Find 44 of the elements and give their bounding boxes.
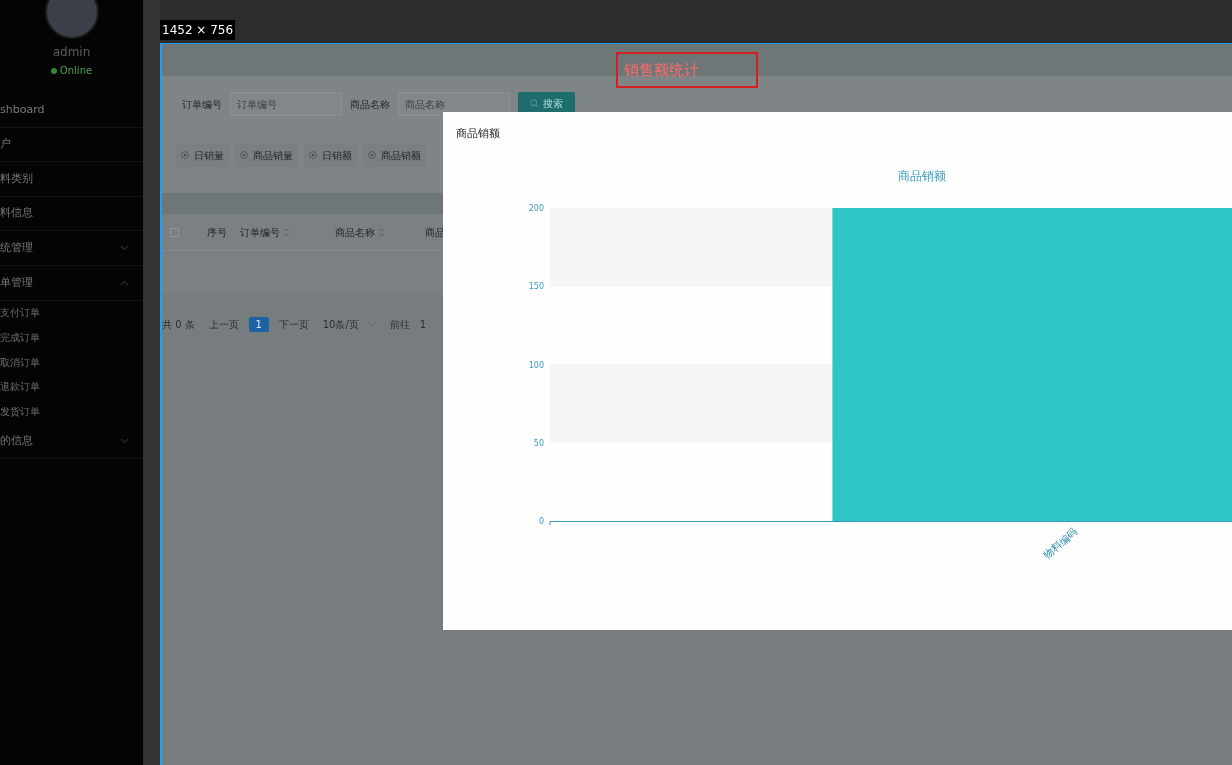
search-icon [530, 98, 539, 108]
axis-tick-label: 0 [538, 517, 544, 526]
column-header[interactable]: 商品名称 [335, 224, 375, 240]
sort-icon[interactable] [284, 227, 289, 237]
radio-option[interactable]: 日销量 [176, 143, 229, 167]
goto-input[interactable]: 1 [419, 316, 427, 332]
radio-option[interactable]: 商品销额 [363, 143, 426, 167]
submenu-item[interactable]: 退款订单 [0, 374, 143, 400]
radio-option[interactable]: 商品销量 [235, 143, 298, 167]
axis-category-label: 物料编码 [1041, 526, 1080, 561]
field-label: 商品名称 [350, 97, 390, 112]
menu-group[interactable]: 的信息 [0, 432, 33, 450]
axis-tick-label: 200 [528, 204, 544, 213]
column-header[interactable]: 订单编号 [240, 224, 280, 240]
sort-icon[interactable] [379, 227, 384, 237]
chart-title: 商品销额 [898, 169, 946, 183]
column-header[interactable]: 序号 [207, 224, 227, 240]
total-count: 共 0 条 [162, 317, 195, 332]
axis-tick-label: 50 [533, 438, 544, 448]
radio-icon[interactable] [309, 151, 317, 159]
status-text: Online [59, 64, 93, 78]
page-button[interactable]: 1 [248, 316, 269, 332]
radio-option[interactable]: 日销额 [304, 143, 357, 167]
user-name: admin [51, 44, 92, 61]
menu-group[interactable]: 单管理 [0, 274, 33, 291]
axis-tick-label: 150 [528, 282, 544, 292]
radio-icon[interactable] [368, 151, 376, 159]
status-dot [50, 67, 57, 74]
radio-icon[interactable] [181, 151, 189, 159]
submenu-item[interactable]: 取消订单 [0, 349, 143, 375]
dialog-title: 商品销额 [455, 126, 501, 142]
submenu-item[interactable]: 发货订单 [0, 399, 143, 424]
submenu-item[interactable]: 支付订单 [0, 300, 143, 326]
page-size-select[interactable]: 10条/页 [322, 316, 376, 332]
submenu-item[interactable]: 完成订单 [0, 325, 143, 350]
search-button[interactable]: 搜索 [518, 92, 575, 114]
radio-icon[interactable] [240, 151, 248, 159]
annotation-text: 销售额统计 [616, 52, 758, 88]
menu-group[interactable]: 统管理 [0, 239, 33, 257]
field-label: 订单编号 [182, 97, 222, 112]
axis-tick-label: 100 [528, 360, 544, 370]
avatar [44, 0, 99, 39]
goto-label: 前往 [389, 317, 410, 332]
size-label: 1452 × 756 [160, 20, 236, 40]
